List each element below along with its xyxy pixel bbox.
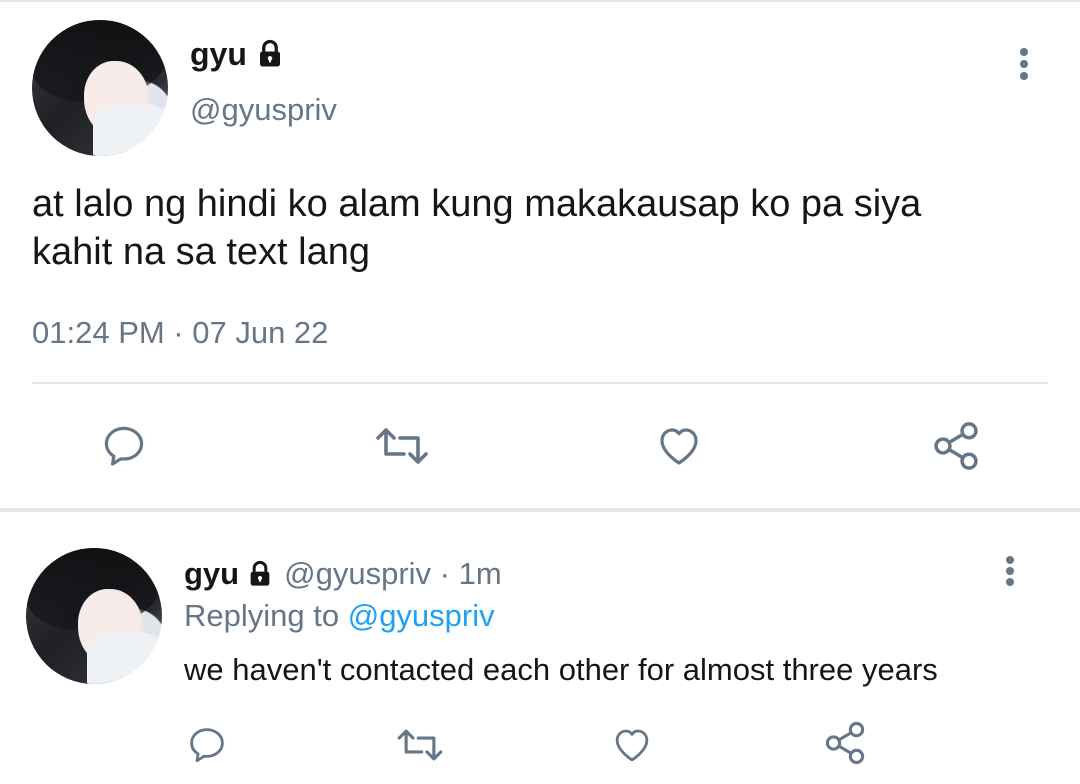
retweet-icon[interactable] (372, 422, 432, 470)
reply-avatar[interactable] (26, 548, 162, 684)
tweet-text-line-1: at lalo ng hindi ko alam kung makakausap… (32, 183, 922, 225)
more-icon[interactable] (1019, 48, 1029, 80)
lock-icon (246, 560, 274, 588)
reply-icon[interactable] (100, 422, 148, 470)
reply-header: gyu @gyuspriv · 1m (184, 554, 502, 594)
top-divider (0, 0, 1080, 2)
action-divider (32, 382, 1048, 384)
replying-to-label: Replying to (184, 598, 340, 633)
reply-icon[interactable] (186, 724, 228, 766)
avatar[interactable] (32, 20, 168, 156)
replying-to: Replying to @gyuspriv (184, 598, 495, 634)
tweet-text-line-2: kahit na sa text lang (32, 231, 370, 273)
reply-display-name[interactable]: gyu (184, 556, 239, 592)
share-icon[interactable] (930, 420, 982, 472)
handle[interactable]: @gyuspriv (190, 92, 337, 128)
tweet-text: at lalo ng hindi ko alam kung makakausap… (32, 180, 921, 276)
reply-more-icon[interactable] (1005, 556, 1015, 586)
like-icon[interactable] (610, 724, 654, 766)
timestamp[interactable]: 01:24 PM · 07 Jun 22 (32, 315, 328, 351)
replying-to-handle[interactable]: @gyuspriv (348, 598, 495, 633)
display-name[interactable]: gyu (190, 36, 247, 73)
share-icon[interactable] (822, 720, 868, 766)
retweet-icon[interactable] (394, 724, 446, 766)
like-icon[interactable] (654, 422, 704, 470)
reply-handle-time[interactable]: @gyuspriv · 1m (284, 556, 502, 592)
reply-text: we haven't contacted each other for almo… (184, 652, 938, 687)
section-divider (0, 508, 1080, 512)
lock-icon (255, 39, 285, 69)
author-name-row: gyu (190, 34, 285, 74)
